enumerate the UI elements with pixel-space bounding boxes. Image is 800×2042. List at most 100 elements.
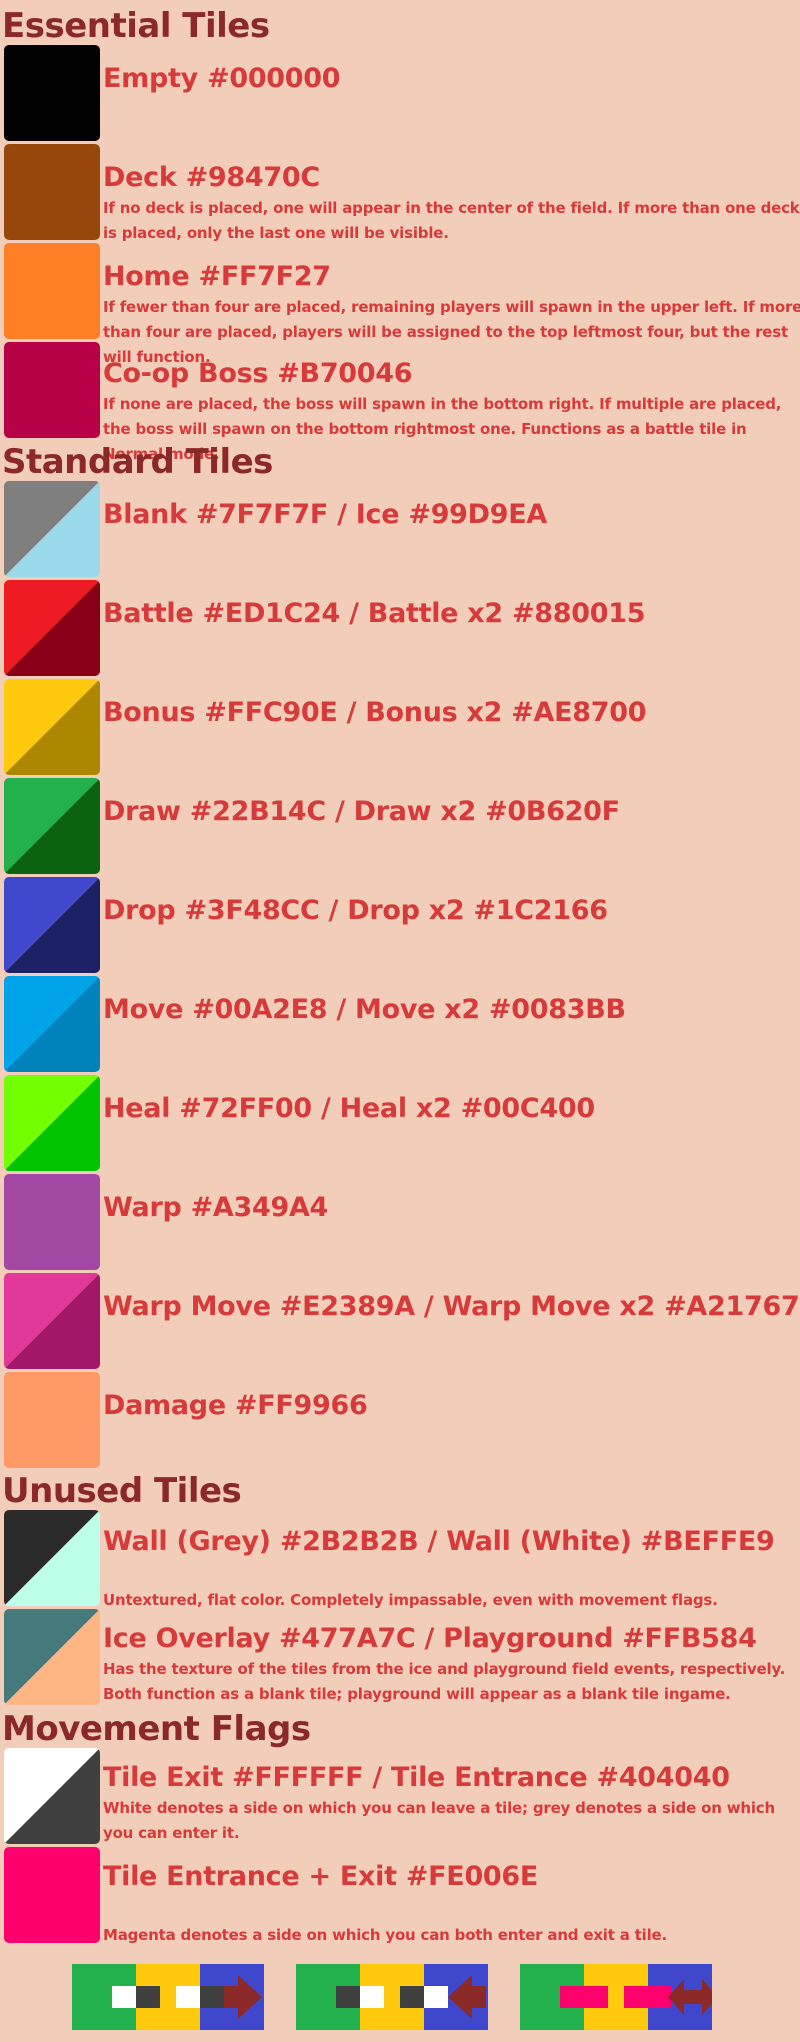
swatch-graphic xyxy=(4,1510,100,1606)
tile-swatch xyxy=(4,1748,100,1844)
tile-row-empty: Empty #000000 xyxy=(2,45,798,141)
swatch-graphic xyxy=(4,1748,100,1844)
swatch-graphic xyxy=(4,1075,100,1171)
swatch-graphic xyxy=(4,481,100,577)
tile-swatch xyxy=(4,679,100,775)
tile-row-draw: Draw #22B14C / Draw x2 #0B620F xyxy=(2,778,798,874)
tile-title: Deck #98470C xyxy=(103,162,320,193)
movement-diagram-both xyxy=(520,1964,712,2030)
swatch-graphic xyxy=(4,580,100,676)
tile-swatch xyxy=(4,778,100,874)
tile-title: Damage #FF9966 xyxy=(103,1390,368,1421)
tile-swatch xyxy=(4,1609,100,1705)
tile-row-move: Move #00A2E8 / Move x2 #0083BB xyxy=(2,976,798,1072)
diagram-graphic xyxy=(520,1964,712,2030)
swatch-fill xyxy=(4,243,100,339)
tile-row-ice-overlay-playground: Ice Overlay #477A7C / Playground #FFB584… xyxy=(2,1609,798,1705)
swatch-graphic xyxy=(4,342,100,438)
tile-row-home: Home #FF7F27 If fewer than four are plac… xyxy=(2,243,800,366)
tile-description: Has the texture of the tiles from the ic… xyxy=(103,1660,786,1703)
tile-swatch xyxy=(4,1372,100,1468)
tile-title: Empty #000000 xyxy=(103,63,341,94)
diagram-graphic xyxy=(296,1964,488,2030)
swatch-graphic xyxy=(4,679,100,775)
movement-diagram-entrance xyxy=(296,1964,488,2030)
tile-swatch xyxy=(4,580,100,676)
swatch-graphic xyxy=(4,976,100,1072)
tile-title: Heal #72FF00 / Heal x2 #00C400 xyxy=(103,1093,595,1124)
flag-marker xyxy=(560,1986,608,2008)
tile-description: White denotes a side on which you can le… xyxy=(103,1799,775,1842)
tile-swatch xyxy=(4,243,100,339)
tile-title: Drop #3F48CC / Drop x2 #1C2166 xyxy=(103,895,608,926)
flag-marker xyxy=(400,1986,424,2008)
tile-title: Move #00A2E8 / Move x2 #0083BB xyxy=(103,994,626,1025)
section-movement-flags: Movement Flags xyxy=(2,1709,311,1749)
swatch-fill xyxy=(4,1372,100,1468)
section-essential-tiles: Essential Tiles xyxy=(2,6,270,46)
tile-title: Co-op Boss #B70046 xyxy=(103,358,413,389)
tile-row-warp: Warp #A349A4 xyxy=(2,1174,798,1270)
swatch-graphic xyxy=(4,778,100,874)
tile-title: Bonus #FFC90E / Bonus x2 #AE8700 xyxy=(103,697,647,728)
swatch-graphic xyxy=(4,1273,100,1369)
tile-row-exit-entrance: Tile Exit #FFFFFF / Tile Entrance #40404… xyxy=(2,1748,798,1844)
flag-marker xyxy=(176,1986,200,2008)
tile-swatch xyxy=(4,1174,100,1270)
swatch-graphic xyxy=(4,243,100,339)
swatch-graphic xyxy=(4,1174,100,1270)
tile-swatch xyxy=(4,144,100,240)
tile-swatch xyxy=(4,1510,100,1606)
swatch-graphic xyxy=(4,877,100,973)
tile-swatch xyxy=(4,342,100,438)
tile-title: Blank #7F7F7F / Ice #99D9EA xyxy=(103,499,548,530)
swatch-graphic xyxy=(4,1609,100,1705)
tile-swatch xyxy=(4,45,100,141)
flag-marker xyxy=(112,1986,136,2008)
tile-title: Tile Exit #FFFFFF / Tile Entrance #40404… xyxy=(103,1762,730,1793)
flag-marker xyxy=(624,1986,672,2008)
tile-row-battle: Battle #ED1C24 / Battle x2 #880015 xyxy=(2,580,798,676)
tile-swatch xyxy=(4,877,100,973)
tile-row-wall: Wall (Grey) #2B2B2B / Wall (White) #BEFF… xyxy=(2,1510,798,1609)
swatch-graphic xyxy=(4,1372,100,1468)
tile-swatch xyxy=(4,1847,100,1943)
tile-swatch xyxy=(4,1273,100,1369)
swatch-fill xyxy=(4,144,100,240)
tile-title: Battle #ED1C24 / Battle x2 #880015 xyxy=(103,598,646,629)
tile-title: Draw #22B14C / Draw x2 #0B620F xyxy=(103,796,620,827)
swatch-fill xyxy=(4,1174,100,1270)
swatch-fill xyxy=(4,1847,100,1943)
tile-row-drop: Drop #3F48CC / Drop x2 #1C2166 xyxy=(2,877,798,973)
tile-swatch xyxy=(4,1075,100,1171)
tile-row-entrance-exit: Tile Entrance + Exit #FE006E Magenta den… xyxy=(2,1847,798,1944)
tile-swatch xyxy=(4,481,100,577)
tile-row-coop-boss: Co-op Boss #B70046 If none are placed, t… xyxy=(2,342,798,463)
tile-description: Magenta denotes a side on which you can … xyxy=(103,1926,668,1944)
tile-description: If no deck is placed, one will appear in… xyxy=(103,199,800,242)
flag-marker xyxy=(200,1986,224,2008)
tile-title: Ice Overlay #477A7C / Playground #FFB584 xyxy=(103,1623,757,1654)
swatch-graphic xyxy=(4,45,100,141)
tile-row-damage: Damage #FF9966 xyxy=(2,1372,798,1468)
tile-title: Wall (Grey) #2B2B2B / Wall (White) #BEFF… xyxy=(103,1526,775,1557)
swatch-graphic xyxy=(4,1847,100,1943)
swatch-fill xyxy=(4,342,100,438)
flag-marker xyxy=(336,1986,360,2008)
tile-swatch xyxy=(4,976,100,1072)
tile-row-bonus: Bonus #FFC90E / Bonus x2 #AE8700 xyxy=(2,679,798,775)
section-unused-tiles: Unused Tiles xyxy=(2,1471,242,1511)
swatch-graphic xyxy=(4,144,100,240)
flag-marker xyxy=(360,1986,384,2008)
tile-title: Warp Move #E2389A / Warp Move x2 #A21767 xyxy=(103,1291,800,1322)
flag-marker xyxy=(136,1986,160,2008)
tile-row-blank-ice: Blank #7F7F7F / Ice #99D9EA xyxy=(2,481,798,577)
flag-marker xyxy=(424,1986,448,2008)
swatch-fill xyxy=(4,45,100,141)
movement-diagram-exit xyxy=(72,1964,264,2030)
tile-row-deck: Deck #98470C If no deck is placed, one w… xyxy=(2,144,800,242)
section-standard-tiles: Standard Tiles xyxy=(2,442,273,482)
tile-title: Tile Entrance + Exit #FE006E xyxy=(103,1861,539,1892)
tile-row-heal: Heal #72FF00 / Heal x2 #00C400 xyxy=(2,1075,798,1171)
diagram-graphic xyxy=(72,1964,264,2030)
